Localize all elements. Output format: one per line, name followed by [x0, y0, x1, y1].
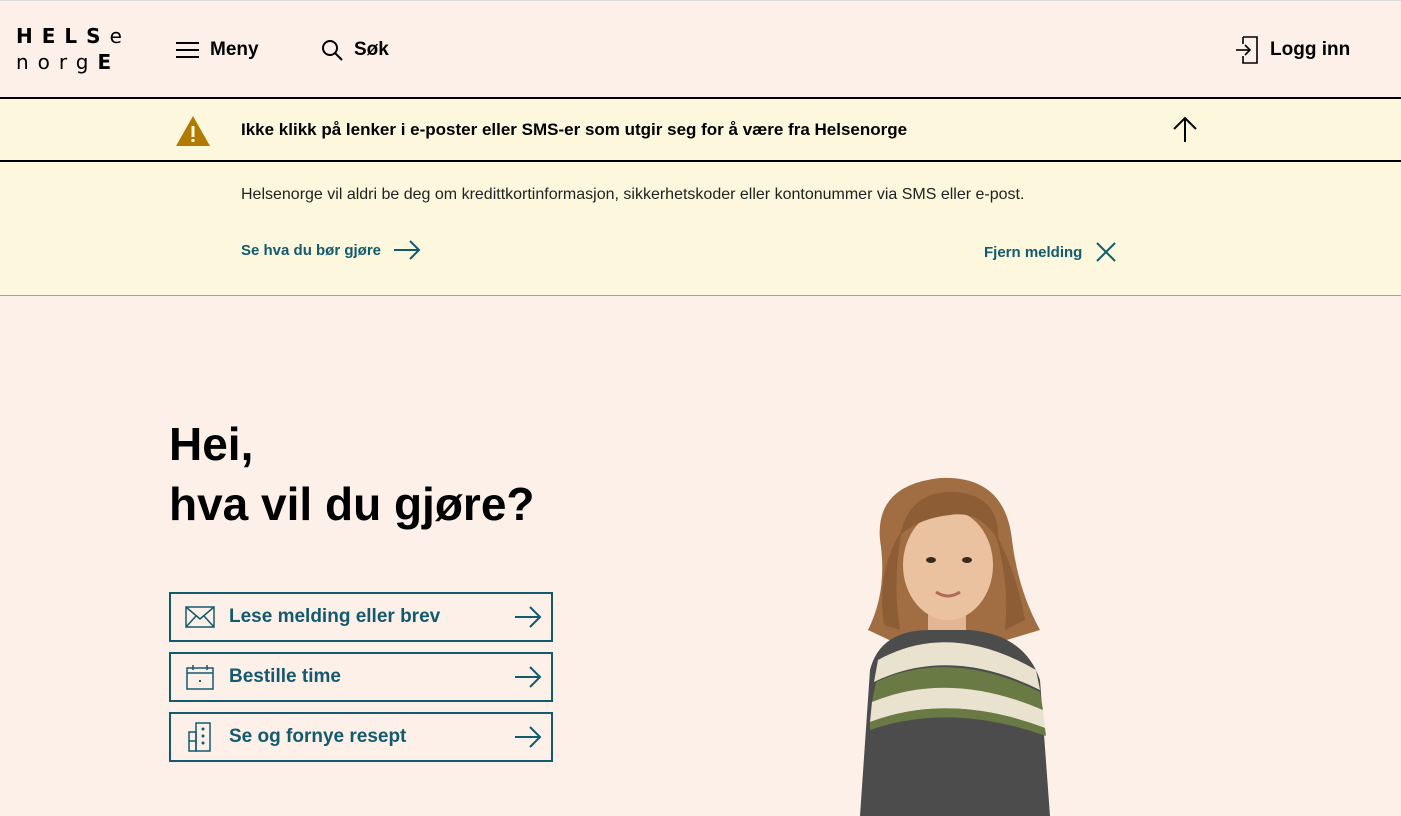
login-icon: [1236, 36, 1258, 64]
alert-title: Ikke klikk på lenker i e-poster eller SM…: [241, 120, 908, 139]
hamburger-menu-icon: [176, 42, 199, 58]
greeting-line-2: hva vil du gjøre?: [169, 478, 535, 530]
see-what-to-do-label: Se hva du bør gjøre: [241, 241, 382, 259]
site-header: HELSe norgE Meny Søk Logg inn: [0, 0, 1401, 99]
logo-text-helse: HELS: [16, 24, 110, 48]
search-icon: [322, 40, 343, 61]
see-what-to-do-link[interactable]: Se hva du bør gjøre: [241, 240, 421, 260]
helsenorge-logo[interactable]: HELSe norgE: [16, 23, 131, 75]
search-label: Søk: [354, 39, 389, 60]
prescription-icon: [188, 722, 211, 752]
arrow-right-icon: [515, 666, 542, 688]
book-appointment-button[interactable]: Bestille time: [169, 652, 553, 702]
collapse-alert-arrow-up-icon[interactable]: [1171, 115, 1199, 143]
read-messages-button[interactable]: Lese melding eller brev: [169, 592, 553, 642]
greeting-line-1: Hei,: [169, 418, 254, 470]
menu-button[interactable]: Meny: [176, 37, 259, 63]
dismiss-alert-button[interactable]: Fjern melding: [984, 240, 1118, 264]
close-icon: [1096, 242, 1117, 262]
warning-icon: [176, 116, 210, 146]
arrow-right-icon: [515, 726, 542, 748]
book-appointment-label: Bestille time: [229, 666, 341, 687]
alert-text: Helsenorge vil aldri be deg om kredittko…: [241, 186, 1025, 203]
renew-prescription-button[interactable]: Se og fornye resept: [169, 712, 553, 762]
logo-text-E: E: [97, 50, 121, 74]
calendar-icon: [186, 665, 214, 690]
login-label: Logg inn: [1270, 39, 1351, 60]
alert-banner-header: Ikke klikk på lenker i e-poster eller SM…: [0, 99, 1401, 162]
page-greeting: Hei, hva vil du gjøre?: [169, 414, 535, 534]
login-button[interactable]: Logg inn: [1234, 36, 1351, 64]
alert-banner-body: Helsenorge vil aldri be deg om kredittko…: [0, 162, 1401, 296]
arrow-right-icon: [515, 606, 542, 628]
read-messages-label: Lese melding eller brev: [229, 606, 441, 627]
arrow-right-icon: [394, 240, 421, 260]
dismiss-alert-label: Fjern melding: [984, 243, 1083, 261]
search-button[interactable]: Søk: [320, 37, 389, 63]
logo-text-norg: norg: [16, 50, 98, 74]
renew-prescription-label: Se og fornye resept: [229, 726, 407, 747]
hero-person-image: [860, 477, 1050, 816]
envelope-icon: [185, 606, 215, 628]
logo-text-e: e: [109, 24, 131, 48]
menu-label: Meny: [210, 39, 259, 60]
